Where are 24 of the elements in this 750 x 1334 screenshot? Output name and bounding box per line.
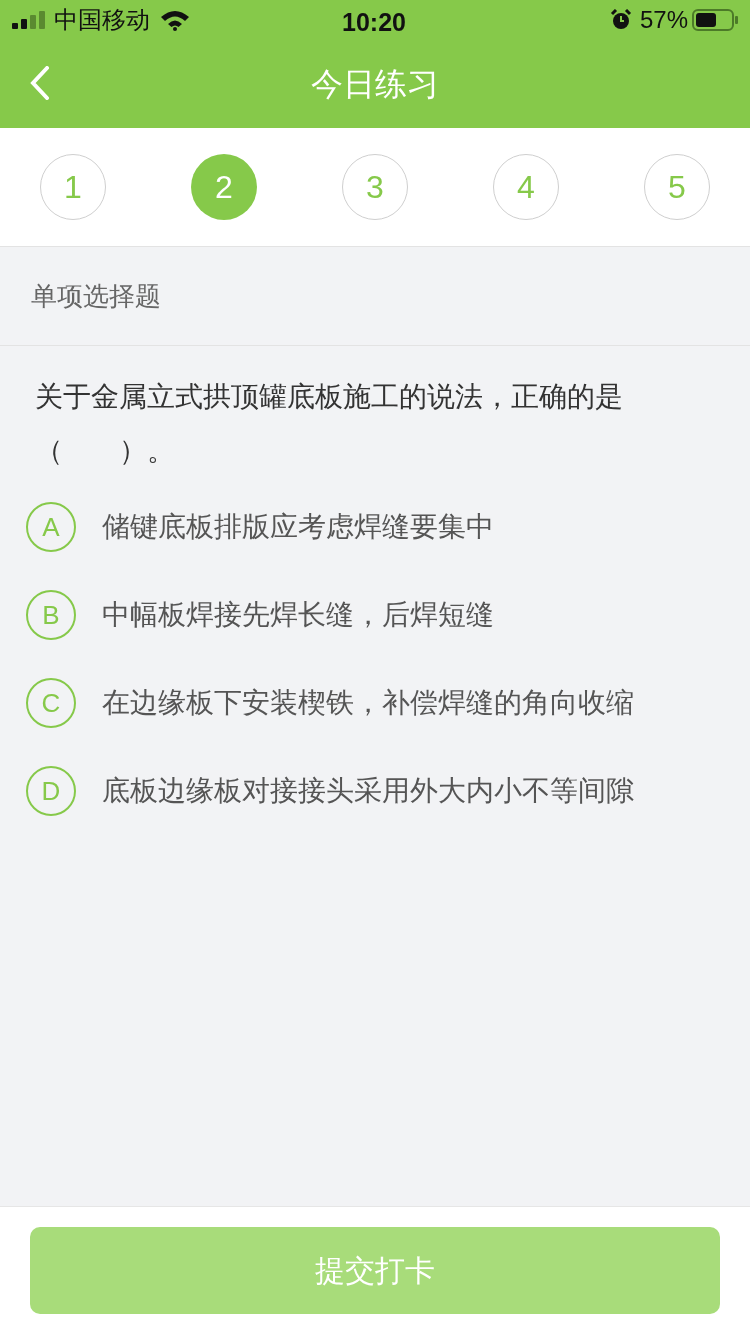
battery-percent: 57%	[639, 5, 688, 35]
question-number-tab[interactable]: 4	[493, 154, 559, 220]
option-letter[interactable]: B	[26, 590, 76, 640]
question-number-tab[interactable]: 1	[40, 154, 106, 220]
option-text[interactable]: 在边缘板下安装楔铁，补偿焊缝的角向收缩	[102, 682, 634, 724]
status-time: 10:20	[342, 7, 406, 38]
option-text[interactable]: 底板边缘板对接接头采用外大内小不等间隙	[102, 770, 634, 812]
page-title: 今日练习	[311, 64, 439, 105]
question-number-tab[interactable]: 2	[191, 154, 257, 220]
alarm-icon	[609, 9, 632, 31]
question-number-tab[interactable]: 5	[644, 154, 710, 220]
option-letter[interactable]: C	[26, 678, 76, 728]
wifi-icon	[160, 9, 190, 31]
question-number-tab[interactable]: 3	[342, 154, 408, 220]
option-letter[interactable]: A	[26, 502, 76, 552]
signal-icon	[12, 10, 48, 30]
question-type: 单项选择题	[31, 279, 161, 313]
carrier-name: 中国移动	[54, 5, 150, 36]
option-text[interactable]: 中幅板焊接先焊长缝，后焊短缝	[102, 594, 494, 636]
question-text: 关于金属立式拱顶罐底板施工的说法，正确的是（ ）。	[35, 379, 624, 469]
battery-icon	[692, 9, 738, 31]
option-letter[interactable]: D	[26, 766, 76, 816]
option-text[interactable]: 储键底板排版应考虑焊缝要集中	[102, 506, 494, 548]
back-icon	[30, 66, 50, 100]
